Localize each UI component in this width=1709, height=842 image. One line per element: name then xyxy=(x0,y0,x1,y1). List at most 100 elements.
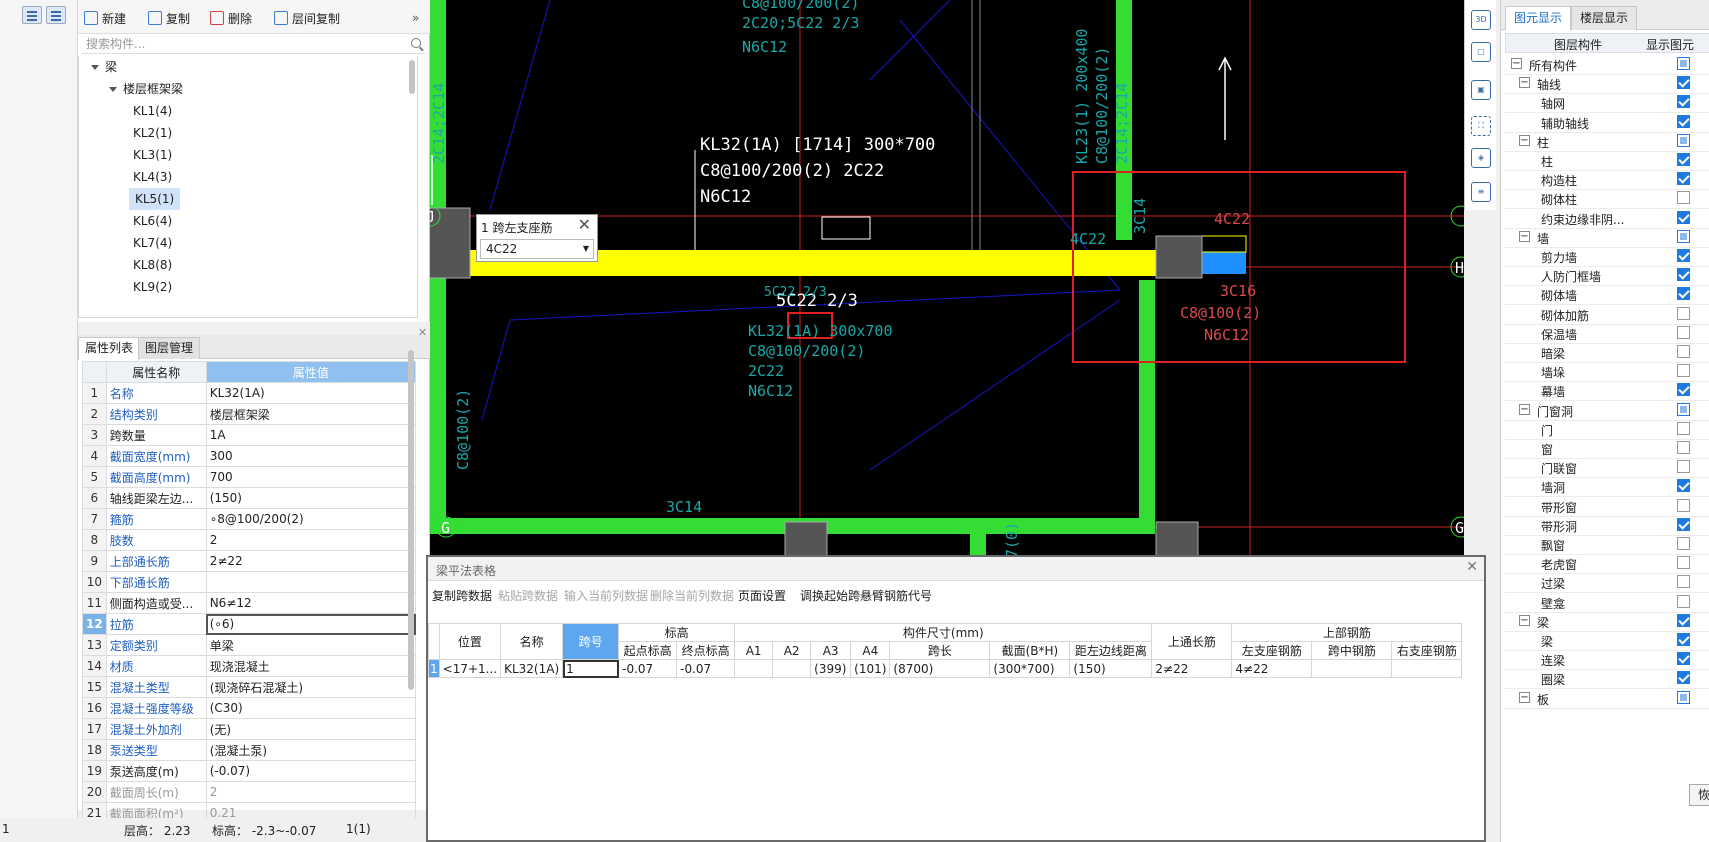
layer-visibility-checkbox[interactable] xyxy=(1677,537,1690,550)
layer-row[interactable]: 墙洞 xyxy=(1505,476,1709,498)
restore-button[interactable]: 恢 xyxy=(1689,784,1709,806)
layer-visibility-checkbox[interactable] xyxy=(1677,191,1690,205)
drawing-canvas[interactable]: J H G G KL32(1A) [1714] 300*700 C8@100/2… xyxy=(430,0,1464,558)
tree-item[interactable]: KL9(2) xyxy=(133,276,172,298)
layer-visibility-checkbox[interactable] xyxy=(1677,652,1690,666)
span-cell[interactable] xyxy=(772,659,812,678)
layer-row[interactable]: 辅助轴线 xyxy=(1505,112,1709,133)
layer-row[interactable]: 带形窗 xyxy=(1505,496,1709,517)
layer-visibility-checkbox[interactable] xyxy=(1677,460,1690,474)
prop-row[interactable]: 5 截面高度(mm) 700 xyxy=(82,466,417,488)
span-support-popup[interactable]: 1 跨左支座筋 ✕ 4C22 ▼ xyxy=(476,214,598,262)
prop-row[interactable]: 16 混凝土强度等级 (C30) xyxy=(82,697,417,719)
layer-visibility-checkbox[interactable] xyxy=(1677,287,1690,301)
layer-row[interactable]: − 门窗洞 xyxy=(1505,400,1709,421)
tree-item-selected[interactable]: KL5(1) xyxy=(129,188,181,210)
tab-floor-display[interactable]: 楼层显示 xyxy=(1571,6,1638,30)
close-icon[interactable]: ✕ xyxy=(1466,559,1478,575)
prop-row[interactable]: 11 侧面构造或受... N6≠12 xyxy=(82,592,417,614)
layer-row[interactable]: 梁 xyxy=(1505,630,1709,651)
more-arrow-icon[interactable]: » xyxy=(412,8,419,28)
prop-value[interactable]: (混凝土泵) xyxy=(205,739,417,761)
layer-row[interactable]: 老虎窗 xyxy=(1505,553,1709,575)
layer-row[interactable]: 带形洞 xyxy=(1505,515,1709,536)
span-cell[interactable]: 2≠22 xyxy=(1151,659,1233,678)
beam-menu-item[interactable]: 页面设置 xyxy=(738,587,786,604)
tree-scrollbar[interactable] xyxy=(409,60,415,94)
layer-row[interactable]: 墙垛 xyxy=(1505,361,1709,383)
span-cell[interactable] xyxy=(1391,659,1463,678)
prop-value[interactable]: 2 xyxy=(205,529,417,551)
prop-row[interactable]: 18 泵送类型 (混凝土泵) xyxy=(82,739,417,761)
span-cell[interactable] xyxy=(1311,659,1393,678)
layer-row[interactable]: − 板 xyxy=(1505,688,1709,709)
layer-row[interactable]: 保温墙 xyxy=(1505,323,1709,344)
layer-row[interactable]: 暗梁 xyxy=(1505,342,1709,363)
layer-row[interactable]: 壁龛 xyxy=(1505,592,1709,613)
layer-row[interactable]: 剪力墙 xyxy=(1505,246,1709,267)
span-cell[interactable]: -0.07 xyxy=(618,659,678,678)
layer-row[interactable]: 连梁 xyxy=(1505,649,1709,671)
layer-row[interactable]: − 墙 xyxy=(1505,227,1709,248)
column-j[interactable] xyxy=(430,207,471,279)
prop-value[interactable]: (-0.07) xyxy=(205,760,417,782)
span-row[interactable]: 1 <17+1... KL32(1A) 1 -0.07 -0.07 (399) (101) (8… xyxy=(428,659,1463,678)
delete-button[interactable]: 删除 xyxy=(210,8,252,28)
layer-visibility-checkbox[interactable] xyxy=(1677,95,1690,109)
layer-visibility-checkbox[interactable] xyxy=(1677,76,1690,90)
span-cell[interactable]: 4≠22 xyxy=(1231,659,1313,678)
prop-value[interactable]: ∘8@100/200(2) xyxy=(205,508,417,530)
popup-close-icon[interactable]: ✕ xyxy=(578,215,591,234)
layer-visibility-checkbox[interactable] xyxy=(1677,345,1690,358)
beam-menu-item[interactable]: 复制跨数据 xyxy=(432,587,492,604)
prop-value[interactable]: 现浇混凝土 xyxy=(205,655,417,677)
search-icon[interactable] xyxy=(411,38,421,48)
prop-value[interactable]: 2 xyxy=(205,781,417,803)
span-cell[interactable]: (150) xyxy=(1069,659,1153,678)
layer-row[interactable]: − 柱 xyxy=(1505,131,1709,152)
layer-visibility-checkbox[interactable] xyxy=(1677,575,1690,589)
tree-item[interactable]: KL3(1) xyxy=(133,144,172,166)
beam-menu-item[interactable]: 悬臂钢筋代号 xyxy=(860,587,932,604)
collapse-toggle-icon[interactable]: − xyxy=(1519,691,1530,703)
layer-row[interactable]: 幕墙 xyxy=(1505,380,1709,402)
layer-row[interactable]: 轴网 xyxy=(1505,92,1709,114)
collapse-toggle-icon[interactable]: − xyxy=(1519,403,1530,415)
layer-visibility-checkbox[interactable] xyxy=(1677,556,1690,570)
search-input[interactable]: 搜索构件... xyxy=(82,34,426,54)
prop-value[interactable]: 700 xyxy=(205,466,417,488)
layer-row[interactable]: 约束边缘非阴... xyxy=(1505,208,1709,229)
layer-row[interactable]: − 所有构件 xyxy=(1505,54,1709,75)
fit-view-icon[interactable]: ⛶ xyxy=(1471,116,1491,136)
tab-element-display[interactable]: 图元显示 xyxy=(1505,6,1572,30)
collapse-toggle-icon[interactable]: − xyxy=(1519,77,1530,89)
prop-row[interactable]: 1 名称 KL32(1A) xyxy=(82,382,417,404)
prop-value[interactable]: (∘6) xyxy=(205,613,417,635)
tree-item[interactable]: KL1(4) xyxy=(133,100,172,122)
layer-visibility-checkbox[interactable] xyxy=(1677,325,1690,339)
layer-visibility-checkbox[interactable] xyxy=(1677,172,1690,186)
layer-row[interactable]: 砌体柱 xyxy=(1505,188,1709,210)
layer-visibility-checkbox[interactable] xyxy=(1677,594,1690,608)
layer-row[interactable]: 柱 xyxy=(1505,150,1709,171)
layer-visibility-checkbox[interactable] xyxy=(1677,114,1690,128)
layer-visibility-checkbox[interactable] xyxy=(1677,383,1690,397)
tree-item[interactable]: KL7(4) xyxy=(133,232,172,254)
layer-visibility-checkbox[interactable] xyxy=(1677,633,1690,646)
prop-value[interactable]: 单梁 xyxy=(205,634,417,656)
layer-row[interactable]: − 轴线 xyxy=(1505,73,1709,95)
prop-value[interactable]: (无) xyxy=(205,718,417,740)
tree-item[interactable]: KL8(8) xyxy=(133,254,172,276)
prop-value[interactable]: 2≠22 xyxy=(205,550,417,572)
span-cell[interactable]: 1 xyxy=(562,659,620,678)
collapse-toggle-icon[interactable]: − xyxy=(1511,58,1522,69)
prop-row[interactable]: 6 轴线距梁左边... (150) xyxy=(82,487,417,509)
layer-visibility-checkbox[interactable] xyxy=(1677,517,1690,531)
tree-item[interactable]: KL4(3) xyxy=(133,166,172,188)
span-cell[interactable]: -0.07 xyxy=(676,659,736,678)
layer-row[interactable]: 人防门框墙 xyxy=(1505,265,1709,287)
list-icon[interactable]: ≡ xyxy=(1471,182,1491,202)
layer-visibility-checkbox[interactable] xyxy=(1677,153,1690,166)
tree-item[interactable]: KL6(4) xyxy=(133,210,172,232)
span-cell[interactable]: (300*700) xyxy=(989,659,1071,678)
